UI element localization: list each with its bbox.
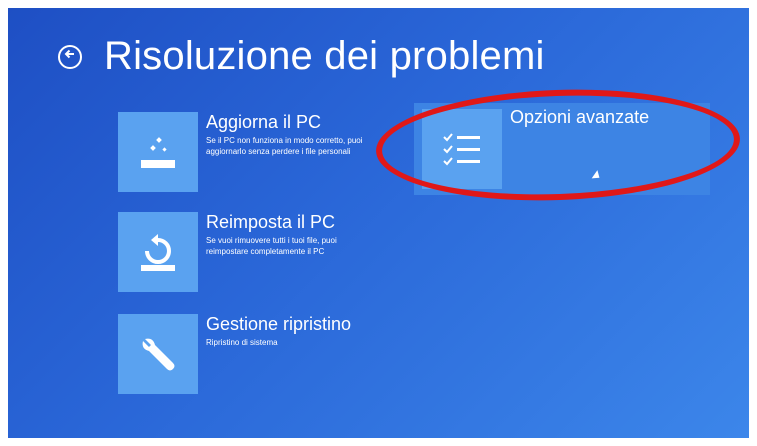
refresh-pc-tile[interactable]: Aggiorna il PC Se il PC non funziona in …: [118, 112, 376, 192]
tile-description: Ripristino di sistema: [206, 338, 278, 347]
reset-icon: [118, 212, 198, 292]
arrow-left-icon: [63, 47, 77, 66]
header: Risoluzione dei problemi: [58, 34, 545, 79]
reset-pc-tile[interactable]: Reimposta il PC Se vuoi rimuovere tutti …: [118, 212, 376, 292]
wrench-icon: [118, 314, 198, 394]
page-title: Risoluzione dei problemi: [104, 34, 545, 78]
tile-title: Aggiorna il PC: [206, 112, 322, 132]
tile-title: Reimposta il PC: [206, 212, 336, 232]
tile-title: Gestione ripristino: [206, 314, 352, 334]
back-button[interactable]: [58, 44, 82, 69]
refresh-sparkle-icon: [118, 112, 198, 192]
recovery-tile[interactable]: Gestione ripristino Ripristino di sistem…: [118, 314, 376, 394]
troubleshoot-screen: Risoluzione dei problemi Aggiorna il PC …: [8, 8, 749, 438]
photo-frame: Risoluzione dei problemi Aggiorna il PC …: [0, 0, 757, 446]
tile-description: Se vuoi rimuovere tutti i tuoi file, puo…: [206, 236, 337, 256]
tile-description: Se il PC non funziona in modo corretto, …: [206, 136, 363, 156]
